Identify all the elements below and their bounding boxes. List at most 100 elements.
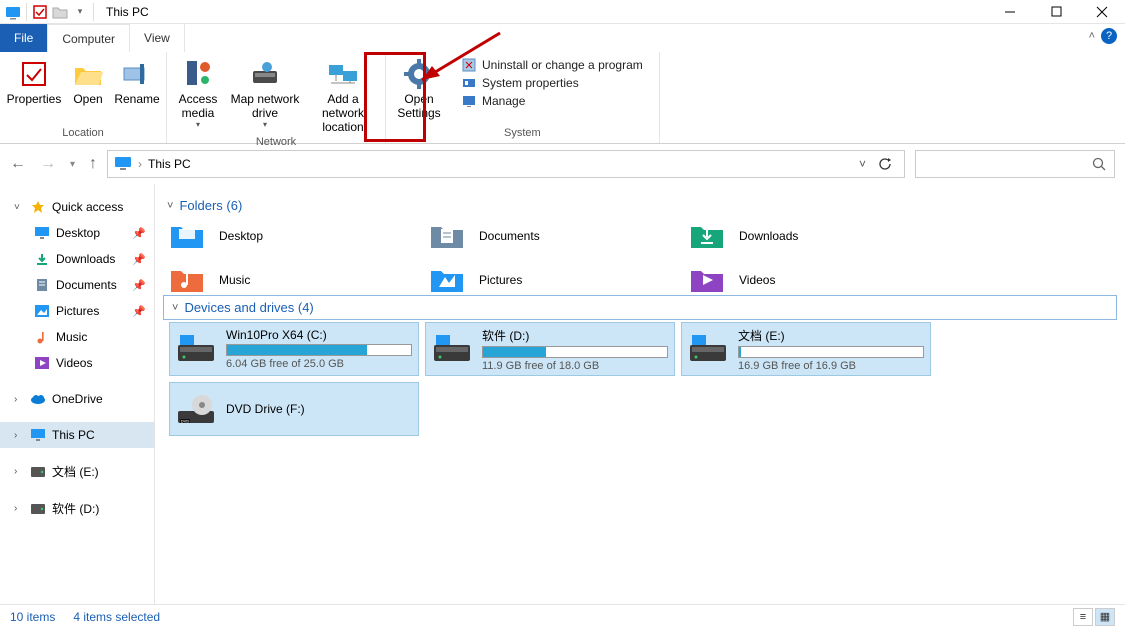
up-button[interactable]: ↑ [89, 155, 97, 173]
status-count: 10 items [10, 610, 55, 624]
dvd-drive-icon: DVD [176, 393, 216, 425]
folder-item[interactable]: Videos [689, 265, 939, 295]
sidebar-item-downloads[interactable]: Downloads 📌 [0, 246, 154, 272]
uninstall-icon [462, 58, 476, 72]
pictures-icon [34, 303, 50, 319]
close-button[interactable] [1079, 0, 1125, 24]
sidebar-item-music[interactable]: Music [0, 324, 154, 350]
properties-button[interactable]: Properties [6, 56, 62, 106]
folder-icon [169, 221, 205, 251]
manage-button[interactable]: Manage [462, 94, 643, 108]
pin-icon: 📌 [132, 227, 146, 240]
manage-icon [462, 94, 476, 108]
section-drives[interactable]: ˅ Devices and drives (4) [163, 295, 1117, 320]
ribbon-group-network: Access media ▾ Map network drive ▾ Add a… [167, 52, 386, 143]
ribbon: Properties Open Rename Location [0, 52, 1125, 144]
details-view-button[interactable]: ≡ [1073, 608, 1093, 626]
drive-item[interactable]: 软件 (D:)11.9 GB free of 18.0 GB [425, 322, 675, 376]
back-button[interactable]: ← [10, 155, 26, 173]
sidebar-item-pictures[interactable]: Pictures 📌 [0, 298, 154, 324]
minimize-button[interactable] [987, 0, 1033, 24]
nav-pane: ˅ Quick access Desktop 📌 Downloads 📌 Doc… [0, 184, 155, 604]
properties-qat-icon[interactable] [31, 3, 49, 21]
refresh-button[interactable] [872, 157, 898, 171]
folder-qat-icon[interactable] [51, 3, 69, 21]
address-bar[interactable]: › This PC ˅ [107, 150, 905, 178]
open-settings-button[interactable]: Open Settings [392, 56, 446, 120]
tab-computer[interactable]: Computer [48, 24, 130, 52]
sidebar-quick-access[interactable]: ˅ Quick access [0, 194, 154, 220]
onedrive-label: OneDrive [52, 392, 103, 406]
rename-button[interactable]: Rename [114, 56, 160, 106]
sidebar-onedrive[interactable]: › OneDrive [0, 386, 154, 412]
usage-bar [482, 346, 668, 358]
star-icon [30, 199, 46, 215]
ribbon-group-system: Open Settings Uninstall or change a prog… [386, 52, 660, 143]
folder-item[interactable]: Downloads [689, 221, 939, 251]
ribbon-group-location: Properties Open Rename Location [0, 52, 167, 143]
forward-button[interactable]: → [40, 155, 56, 173]
add-network-location-button[interactable]: Add a network location [307, 56, 379, 134]
open-button[interactable]: Open [68, 56, 108, 106]
drive-name: DVD Drive (F:) [226, 402, 412, 416]
sidebar-drive-e[interactable]: › 文档 (E:) [0, 458, 154, 485]
main-content: ˅ Folders (6) Desktop Documents Downloads M… [155, 184, 1125, 604]
add-network-location-label: Add a network location [307, 92, 379, 134]
media-server-icon [182, 58, 214, 90]
sidebar-item-label: Videos [56, 356, 92, 370]
separator [26, 3, 27, 21]
drives-grid: Win10Pro X64 (C:)6.04 GB free of 25.0 GB… [163, 320, 1125, 442]
uninstall-button[interactable]: Uninstall or change a program [462, 58, 643, 72]
help-icon[interactable]: ? [1101, 28, 1117, 44]
tab-file[interactable]: File [0, 24, 48, 52]
search-input[interactable] [915, 150, 1115, 178]
folder-item[interactable]: Music [169, 265, 419, 295]
crumb-sep-icon: › [138, 157, 142, 171]
maximize-button[interactable] [1033, 0, 1079, 24]
breadcrumb[interactable]: This PC [148, 157, 191, 171]
chevron-right-icon: › [14, 430, 24, 441]
collapse-ribbon-icon[interactable]: ˄ [1089, 30, 1095, 42]
sidebar-this-pc[interactable]: › This PC [0, 422, 154, 448]
folder-icon [689, 221, 725, 251]
quick-access-label: Quick access [52, 200, 123, 214]
map-drive-button[interactable]: Map network drive ▾ [229, 56, 301, 129]
folder-item[interactable]: Documents [429, 221, 679, 251]
qat-dropdown-icon[interactable]: ▾ [71, 3, 89, 21]
section-folders[interactable]: ˅ Folders (6) [163, 188, 1125, 221]
search-icon [1092, 157, 1106, 171]
system-small-buttons: Uninstall or change a program System pro… [452, 56, 653, 108]
nav-buttons: ← → ▾ ↑ [10, 155, 97, 173]
sidebar-item-videos[interactable]: Videos [0, 350, 154, 376]
folder-item[interactable]: Pictures [429, 265, 679, 295]
this-pc-icon [30, 427, 46, 443]
drive-item[interactable]: Win10Pro X64 (C:)6.04 GB free of 25.0 GB [169, 322, 419, 376]
desktop-icon [34, 225, 50, 241]
tiles-view-button[interactable]: ▦ [1095, 608, 1115, 626]
address-dropdown-icon[interactable]: ˅ [859, 157, 866, 171]
hard-drive-icon [688, 333, 728, 365]
folder-item[interactable]: Desktop [169, 221, 419, 251]
folder-name: Pictures [479, 273, 522, 287]
music-icon [34, 329, 50, 345]
chevron-down-icon: ˅ [14, 202, 24, 213]
access-media-button[interactable]: Access media ▾ [173, 56, 223, 129]
sidebar-drive-d[interactable]: › 软件 (D:) [0, 495, 154, 522]
drive-item[interactable]: 文档 (E:)16.9 GB free of 16.9 GB [681, 322, 931, 376]
sidebar-item-desktop[interactable]: Desktop 📌 [0, 220, 154, 246]
recent-locations-icon[interactable]: ▾ [70, 159, 75, 170]
pin-icon: 📌 [132, 253, 146, 266]
chevron-down-icon: ▾ [263, 120, 267, 129]
sidebar-item-documents[interactable]: Documents 📌 [0, 272, 154, 298]
folders-grid: Desktop Documents Downloads Music Pictures Vi… [163, 221, 1125, 295]
gear-icon [403, 58, 435, 90]
status-bar: 10 items 4 items selected ≡ ▦ [0, 604, 1125, 628]
content-columns: ˅ Quick access Desktop 📌 Downloads 📌 Doc… [0, 184, 1125, 604]
group-label-system: System [392, 125, 653, 143]
tab-view[interactable]: View [130, 24, 185, 52]
drive-item[interactable]: DVD DVD Drive (F:) [169, 382, 419, 436]
map-drive-icon [249, 58, 281, 90]
rename-icon [121, 58, 153, 90]
open-folder-icon [72, 58, 104, 90]
system-properties-button[interactable]: System properties [462, 76, 643, 90]
